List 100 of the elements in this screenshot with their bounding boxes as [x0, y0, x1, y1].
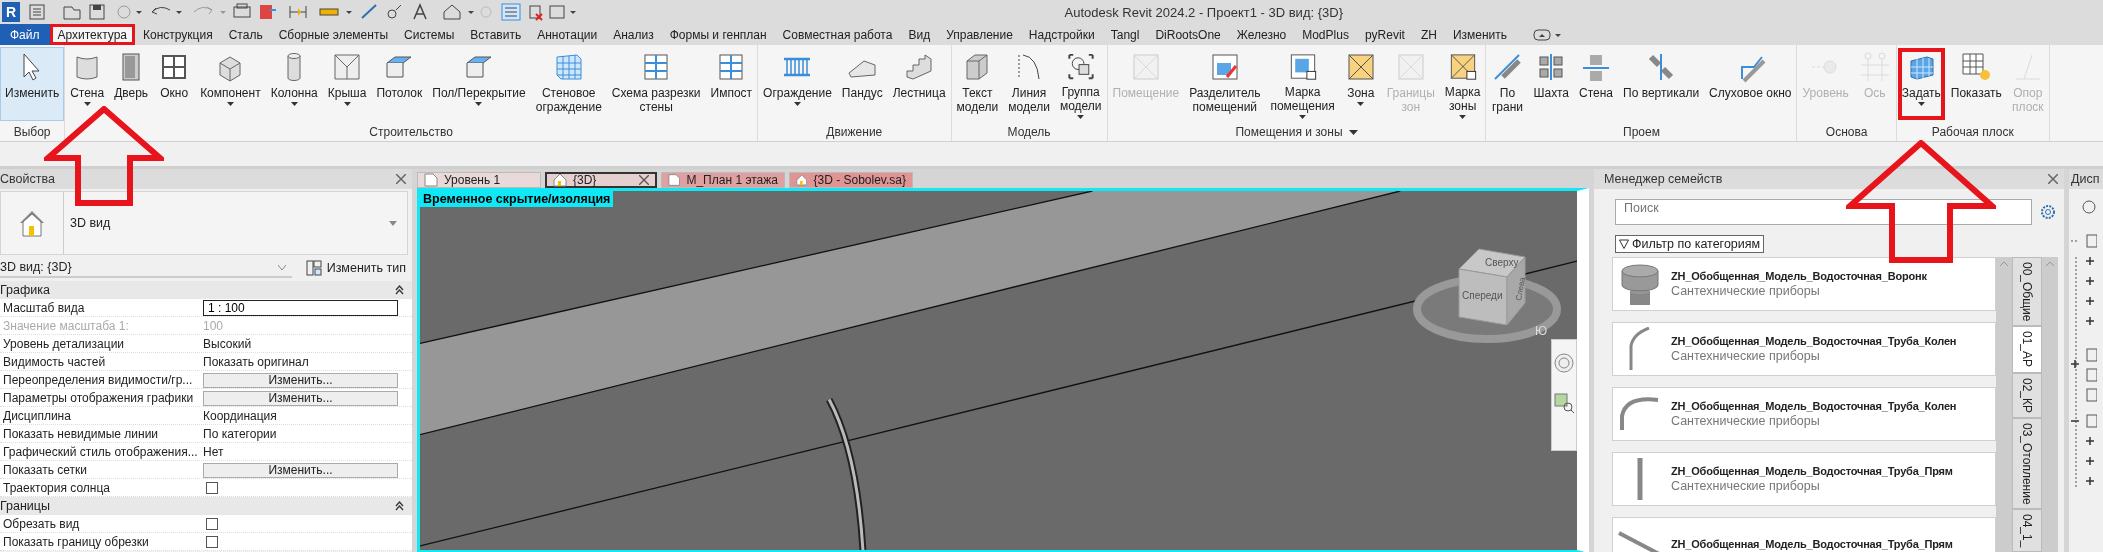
view-cube-label[interactable]: Сверху [1485, 257, 1519, 268]
ribbon-tab[interactable]: Системы [396, 24, 463, 45]
zoom-icon[interactable] [1553, 392, 1575, 414]
edit-button[interactable]: Изменить... [203, 462, 398, 478]
property-name: Графический стиль отображения... [3, 444, 199, 461]
app-logo[interactable]: R [2, 2, 21, 22]
ribbon-tab[interactable]: Конструкция [135, 24, 221, 45]
ribbon-button[interactable]: Импост [705, 47, 758, 121]
ribbon-button[interactable]: Стена [1574, 47, 1619, 121]
caret-icon[interactable] [1348, 129, 1358, 135]
caret-icon [1357, 102, 1365, 106]
ribbon-tab[interactable]: Железно [1228, 24, 1295, 45]
ribbon-button[interactable]: Потолок [371, 47, 428, 121]
view-tab[interactable]: {3D} [545, 172, 657, 188]
ribbon-tab[interactable]: Изменить [1444, 24, 1516, 45]
checkbox[interactable] [206, 482, 218, 494]
ribbon-button[interactable]: Пандус [836, 47, 888, 121]
checkbox[interactable] [206, 536, 218, 548]
ribbon-tab[interactable]: Совместная работа [774, 24, 901, 45]
ribbon-button[interactable]: Марка зоны [1439, 47, 1486, 121]
ribbon-button[interactable]: Ограждение [758, 47, 837, 121]
property-value: По категории [203, 427, 277, 441]
category-tab[interactable]: 00_Общие [2012, 257, 2042, 327]
ribbon-tab[interactable]: ModPlus [1294, 24, 1357, 45]
edit-button[interactable]: Изменить... [203, 390, 398, 406]
ribbon-button[interactable]: По грани [1486, 47, 1529, 121]
family-card[interactable]: ZH_Обобщенная_Модель_Водосточная_Труба_Колен Сантехнические приборы [1612, 387, 1996, 441]
ribbon-tab[interactable]: Сборные элементы [270, 24, 396, 45]
ribbon-tab[interactable]: Вид [900, 24, 939, 45]
ribbon-tab[interactable]: Надстройки [1020, 24, 1103, 45]
ribbon-tab[interactable]: Сталь [220, 24, 271, 45]
view-tab[interactable]: Уровень 1 [417, 172, 541, 188]
ribbon-button[interactable]: Схема разрезки стены [606, 47, 706, 121]
ribbon-button[interactable]: По вертикали [1618, 47, 1705, 121]
caret-icon [475, 102, 483, 106]
close-icon[interactable] [396, 174, 406, 184]
view-tab[interactable]: М_План 1 этажа [661, 172, 785, 188]
category-tab[interactable]: 04_1_ [2012, 509, 2042, 552]
instance-dropdown[interactable]: 3D вид: {3D} [0, 258, 292, 278]
close-icon[interactable] [639, 175, 649, 185]
steering-wheel-icon[interactable] [1553, 352, 1575, 374]
type-selector[interactable]: 3D вид [0, 191, 408, 255]
ribbon-tab[interactable]: Архитектура [49, 24, 136, 45]
scrollbar[interactable] [1996, 257, 2012, 552]
edit-type-button[interactable]: Изменить тип [299, 259, 412, 277]
category-filter-button[interactable]: Фильтр по категориям [1615, 235, 1765, 253]
ribbon-tab[interactable]: Анализ [605, 24, 662, 45]
ribbon-button[interactable]: Изменить [0, 47, 65, 121]
category-tab[interactable]: 02_КР [2012, 372, 2042, 418]
search-field[interactable]: Поиск [1615, 199, 2032, 225]
view-tab[interactable]: {3D - Sobolev.sa} [789, 172, 913, 188]
ribbon-tab[interactable]: ZH [1412, 24, 1445, 45]
ribbon-tab[interactable]: Аннотации [529, 24, 606, 45]
ribbon-button[interactable]: Группа модели [1054, 47, 1107, 121]
collapse-chevron-icon[interactable] [395, 501, 404, 511]
checkbox[interactable] [206, 518, 218, 530]
ribbon-tab[interactable]: Формы и генплан [661, 24, 775, 45]
ribbon-tab[interactable]: Управление [938, 24, 1021, 45]
settings-icon[interactable] [2040, 204, 2056, 220]
scale-input[interactable]: 1 : 100 [203, 300, 398, 316]
grid-bulb-icon [1960, 51, 1993, 83]
ribbon-button[interactable]: Пол/Перекрытие [427, 47, 531, 121]
edit-button[interactable]: Изменить... [203, 372, 398, 388]
ribbon-button[interactable]: Лестница [887, 47, 951, 121]
panel-toggle-icon[interactable] [1533, 27, 1564, 42]
ribbon-button[interactable]: Слуховое окно [1704, 47, 1797, 121]
category-tab[interactable]: 01_АР [2012, 326, 2042, 373]
ribbon-button[interactable]: Шахта [1528, 47, 1575, 121]
close-icon[interactable] [2048, 174, 2058, 184]
family-card[interactable]: ZH_Обобщенная_Модель_Водосточная_Труба_Прям Сантехнические приборы [1612, 452, 1996, 506]
ribbon-button[interactable]: Стена [65, 47, 110, 121]
ribbon-group-title: Модель [1007, 125, 1051, 139]
ribbon-tab[interactable]: pyRevit [1356, 24, 1413, 45]
scrollbar[interactable] [2042, 257, 2058, 552]
ribbon-button[interactable]: Марка помещения [1265, 47, 1340, 121]
ribbon-tab[interactable]: Вставить [462, 24, 530, 45]
family-card[interactable]: ZH_Обобщенная_Модель_Водосточная_Воронк Сантехнические приборы [1612, 257, 1996, 311]
ribbon-tab[interactable]: Файл [0, 24, 50, 45]
view-cube-label[interactable]: Спереди [1462, 290, 1503, 301]
ribbon-button[interactable]: Окно [153, 47, 196, 121]
family-card[interactable]: ZH_Обобщенная_Модель_Водосточная_Труба_Прям [1612, 517, 1996, 552]
ribbon-button[interactable]: Компонент [195, 47, 266, 121]
ribbon-button[interactable]: Зона [1339, 47, 1382, 121]
collapse-chevron-icon[interactable] [395, 285, 404, 295]
family-card[interactable]: ZH_Обобщенная_Модель_Водосточная_Труба_Колен Сантехнические приборы [1612, 322, 1996, 376]
ribbon-button[interactable]: Стеновое ограждение [530, 47, 607, 121]
property-name: Траектория солнца [3, 480, 112, 497]
ribbon-tab[interactable]: DiRootsOne [1147, 24, 1229, 45]
property-name: Видимость частей [3, 354, 107, 371]
edit-type-icon [305, 260, 322, 276]
ribbon-button[interactable]: Линия модели [1003, 47, 1055, 121]
ribbon-tab[interactable]: Tangl [1102, 24, 1148, 45]
ribbon-button[interactable]: Показать [1945, 47, 2007, 121]
category-tab[interactable]: 03_Отопление [2012, 417, 2042, 510]
ribbon-button[interactable]: Крыша [322, 47, 372, 121]
panel-title: Менеджер семейств [1604, 172, 1723, 186]
ribbon-button[interactable]: Колонна [265, 47, 323, 121]
ribbon-button[interactable]: Разделитель помещений [1184, 47, 1266, 121]
ribbon-button[interactable]: Дверь [109, 47, 154, 121]
ribbon-button[interactable]: Текст модели [951, 47, 1004, 121]
